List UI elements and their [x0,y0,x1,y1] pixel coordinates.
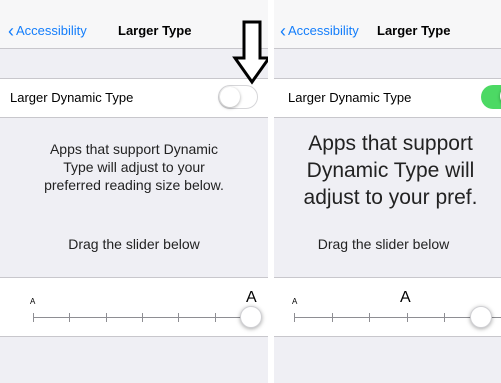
text-size-slider-row: A A [274,277,501,337]
larger-dynamic-type-label: Larger Dynamic Type [288,90,412,105]
text-size-slider[interactable] [274,278,501,336]
slider-tick [214,313,216,322]
text-size-slider[interactable] [0,278,268,336]
description-line: Dynamic Type will [306,159,475,182]
larger-dynamic-type-cell: Larger Dynamic Type [0,78,268,118]
chevron-left-icon: ‹ [280,21,286,41]
slider-tick [294,313,295,322]
slider-thumb[interactable] [240,306,262,328]
slider-tick [105,313,107,322]
larger-dynamic-type-cell: Larger Dynamic Type [274,78,501,118]
left-settings-screen: ‹ Accessibility Larger Type Larger Dynami… [0,0,268,383]
larger-dynamic-type-label: Larger Dynamic Type [10,90,134,105]
description-line: preferred reading size below. [44,177,224,193]
description-line: Type will adjust to your [63,159,205,175]
larger-dynamic-type-toggle[interactable] [481,85,501,109]
dynamic-type-description: Apps that support Dynamic Type will adju… [0,140,268,194]
back-button-label: Accessibility [288,23,359,38]
navigation-bar: ‹ Accessibility Larger Type [0,14,268,49]
status-bar [0,0,268,14]
back-button[interactable]: ‹ Accessibility [280,21,359,41]
drag-hint: Drag the slider below [68,236,200,252]
slider-tick [33,313,34,322]
slider-thumb[interactable] [469,306,492,328]
slider-tick [369,313,370,322]
larger-dynamic-type-toggle[interactable] [218,85,258,109]
text-size-slider-row: A A [0,277,268,337]
slider-tick [331,313,333,322]
page-title: Larger Type [118,23,192,38]
slider-tick [69,313,71,322]
description-line: adjust to your pref. [303,186,478,209]
slider-tick [178,313,180,322]
description-line: Apps that support Dynamic [49,141,219,157]
slider-tick [142,313,143,322]
right-settings-screen: ‹ Accessibility Larger Type Larger Dynami… [274,0,501,383]
navigation-bar: ‹ Accessibility Larger Type [274,14,501,49]
description-line: Apps that support [308,132,473,155]
slider-tick [444,313,445,322]
back-button-label: Accessibility [16,23,87,38]
drag-hint: Drag the slider below [317,236,450,252]
slider-tick [406,313,408,322]
chevron-left-icon: ‹ [8,21,14,41]
toggle-knob [220,87,240,107]
status-bar [274,0,501,14]
back-button[interactable]: ‹ Accessibility [8,21,87,41]
dynamic-type-description: Apps that support Dynamic Type will adju… [274,130,501,211]
down-arrow-icon [232,20,268,85]
page-title: Larger Type [377,23,451,38]
